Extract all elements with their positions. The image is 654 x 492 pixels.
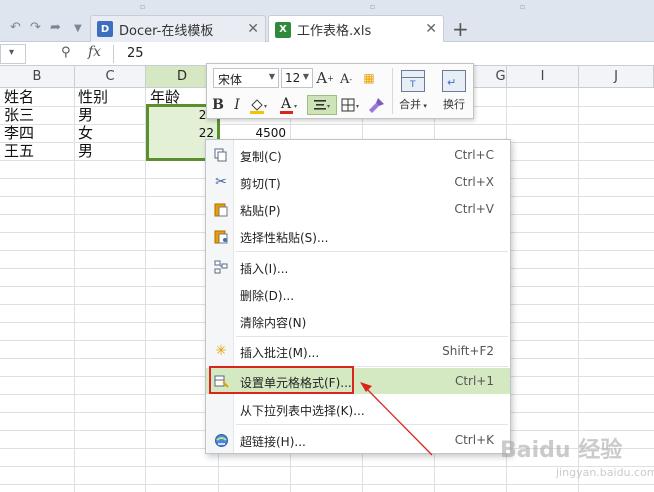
quick-access-dropdown-icon[interactable]: ▼ — [74, 23, 82, 34]
grow-font-icon[interactable]: A + — [316, 69, 334, 87]
baidu-watermark-url: jingyan.baidu.com — [556, 466, 654, 479]
svg-text:▾: ▾ — [294, 103, 297, 110]
column-header-i[interactable]: I — [507, 66, 579, 88]
baidu-watermark: Baidu 经验 — [500, 438, 623, 463]
column-header-j[interactable]: J — [579, 66, 654, 88]
tab-bar: ▫ ▫ ▫ ↶ ↷ ➦ ▼ D Docer-在线模板 ✕ X 工作表格.xls … — [0, 0, 654, 43]
new-tab-plus-icon[interactable]: + — [452, 17, 469, 41]
font-family-select[interactable]: 宋体 ▼ — [213, 68, 279, 88]
cell-b2[interactable]: 张三 — [4, 106, 74, 124]
column-header-b[interactable]: B — [0, 66, 75, 88]
menu-item-insert-comment[interactable]: ✳ 插入批注(M)... Shift+F2 — [206, 338, 510, 364]
window-marks: ▫ — [140, 2, 146, 11]
paste-special-icon — [213, 228, 229, 244]
cell-b1[interactable]: 姓名 — [4, 88, 74, 106]
font-color-icon[interactable]: A ▾ — [277, 94, 301, 116]
cell-c1[interactable]: 性别 — [78, 88, 144, 106]
menu-item-cut[interactable]: ✂ 剪切(T) Ctrl+X — [206, 169, 510, 195]
menu-item-clear-contents[interactable]: 清除内容(N) — [206, 308, 510, 334]
svg-text:▾: ▾ — [356, 103, 359, 110]
window-marks: ▫ — [520, 2, 526, 11]
scissors-icon: ✂ — [215, 174, 227, 190]
context-menu: 复制(C) Ctrl+C ✂ 剪切(T) Ctrl+X 粘贴(P) Ctrl+V… — [205, 139, 511, 454]
annotation-highlight-box — [209, 366, 354, 394]
menu-item-delete[interactable]: 删除(D)... — [206, 281, 510, 307]
zoom-search-icon[interactable]: ⚲ — [61, 45, 71, 60]
font-size-select[interactable]: 12 ▼ — [281, 68, 313, 88]
insert-icon — [213, 259, 229, 275]
merge-cells-button[interactable]: T 合并 ▾ — [396, 68, 430, 116]
chevron-down-icon: ▼ — [268, 72, 275, 81]
formula-separator — [113, 45, 114, 63]
italic-icon[interactable]: I — [229, 95, 245, 115]
menu-item-paste-special[interactable]: 选择性粘贴(S)... — [206, 223, 510, 249]
copy-icon — [213, 147, 229, 163]
redo-icon[interactable]: ↷ — [30, 20, 41, 35]
svg-text:▾: ▾ — [264, 103, 267, 110]
toolbar-divider — [392, 68, 393, 114]
tab-workbook[interactable]: X 工作表格.xls ✕ — [268, 15, 444, 43]
formula-input[interactable]: 25 — [127, 46, 144, 61]
cell-c3[interactable]: 女 — [78, 124, 144, 142]
borders-icon[interactable]: ▾ — [339, 95, 363, 115]
undo-icon[interactable]: ↶ — [10, 20, 21, 35]
menu-separator — [236, 424, 508, 425]
tab-docer-label: Docer-在线模板 — [119, 23, 214, 39]
column-header-c[interactable]: C — [75, 66, 146, 88]
redo-arrow-icon[interactable]: ➦ — [50, 20, 61, 35]
menu-item-hyperlink[interactable]: 超链接(H)... Ctrl+K — [206, 427, 510, 453]
align-center-button[interactable]: ▾ — [307, 95, 337, 115]
comment-icon: ✳ — [215, 343, 227, 359]
menu-separator — [236, 251, 508, 252]
cell-c2[interactable]: 男 — [78, 106, 144, 124]
paste-icon — [213, 201, 229, 217]
svg-text:A: A — [280, 96, 292, 112]
menu-item-copy[interactable]: 复制(C) Ctrl+C — [206, 142, 510, 168]
format-painter-brush-icon[interactable] — [367, 95, 387, 115]
fill-color-icon[interactable]: ▾ — [247, 95, 271, 115]
tab-workbook-label: 工作表格.xls — [297, 24, 372, 39]
wrap-text-button[interactable]: ↵ 换行 — [437, 68, 471, 116]
close-icon[interactable]: ✕ — [247, 21, 259, 37]
close-icon[interactable]: ✕ — [425, 21, 437, 37]
tab-docer[interactable]: D Docer-在线模板 ✕ — [90, 15, 266, 42]
bold-icon[interactable]: B — [209, 95, 227, 115]
spreadsheet-file-icon: X — [275, 21, 291, 38]
chevron-down-icon: ▼ — [302, 72, 309, 81]
chevron-down-icon: ▾ — [9, 47, 15, 58]
menu-item-paste[interactable]: 粘贴(P) Ctrl+V — [206, 196, 510, 222]
cell-b4[interactable]: 王五 — [4, 142, 74, 160]
mini-format-toolbar: 宋体 ▼ 12 ▼ A + A- ▦ B I ▾ A ▾ ▾ ▾ T 合并 ▾ ↵ 换行 — [206, 63, 474, 119]
menu-separator — [236, 336, 508, 337]
hyperlink-icon — [213, 432, 229, 448]
cell-b3[interactable]: 李四 — [4, 124, 74, 142]
menu-item-pick-from-list[interactable]: 从下拉列表中选择(K)... — [206, 396, 510, 422]
svg-text:▾: ▾ — [327, 103, 330, 110]
shrink-font-icon[interactable]: A- — [337, 70, 355, 88]
name-box-dropdown[interactable]: ▾ — [0, 44, 26, 64]
wrap-text-icon: ↵ — [442, 70, 466, 92]
cell-c4[interactable]: 男 — [78, 142, 144, 160]
menu-item-insert[interactable]: 插入(I)... — [206, 254, 510, 280]
docer-logo-icon: D — [97, 21, 113, 37]
merge-cells-icon: T — [401, 70, 425, 92]
function-fx-icon[interactable]: fx — [88, 44, 101, 60]
window-marks: ▫ — [370, 2, 376, 11]
style-painter-icon[interactable]: ▦ — [358, 69, 380, 87]
